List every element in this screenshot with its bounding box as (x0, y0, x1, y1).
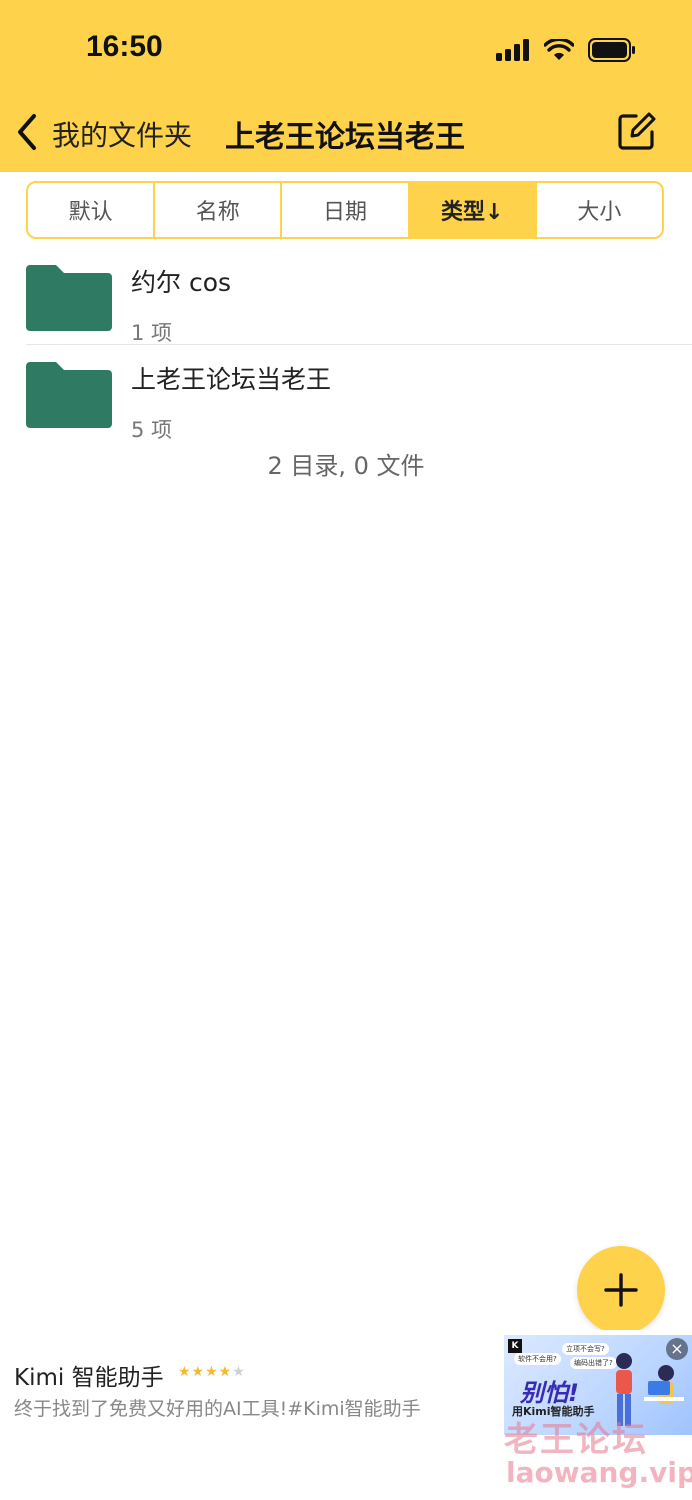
folder-row[interactable]: 约尔 cos 1 项 (0, 245, 692, 345)
sort-segmented-control: 默认 名称 日期 类型↓ 大小 (26, 181, 664, 239)
wifi-icon (544, 39, 574, 60)
back-button-label[interactable]: 我的文件夹 (52, 114, 192, 154)
folder-name: 约尔 cos (131, 268, 232, 297)
app-header: 16:50 我的文件夹 上老王论坛当老王 (0, 0, 692, 172)
folder-name: 上老王论坛当老王 (131, 365, 332, 394)
edit-icon[interactable] (614, 110, 658, 154)
sort-tab-name[interactable]: 名称 (155, 183, 283, 237)
watermark-text: 老王论坛 (504, 1420, 648, 1460)
status-time: 16:50 (86, 30, 163, 63)
status-icons (496, 38, 636, 62)
back-chevron-icon[interactable] (14, 112, 40, 152)
ad-title: Kimi 智能助手 (14, 1365, 164, 1391)
sort-tab-type[interactable]: 类型↓ (409, 183, 537, 237)
ad-description: 终于找到了免费又好用的AI工具!#Kimi智能助手 (14, 1398, 421, 1420)
folder-item-count: 5 项 (131, 418, 173, 442)
sort-tab-default[interactable]: 默认 (28, 183, 156, 237)
signal-icon (496, 39, 529, 61)
page-title: 上老王论坛当老王 (225, 120, 465, 155)
ad-close-button[interactable]: × (666, 1338, 688, 1360)
watermark-url: laowang.vip (506, 1456, 692, 1489)
plus-icon (604, 1273, 638, 1307)
directory-summary: 2 目录, 0 文件 (267, 452, 425, 480)
battery-icon (588, 38, 635, 62)
folder-icon (26, 265, 112, 331)
ad-rating-stars: ★★★★★ (178, 1364, 246, 1380)
sort-tab-date[interactable]: 日期 (282, 183, 410, 237)
add-button[interactable] (577, 1246, 665, 1334)
folder-icon (26, 362, 112, 428)
ad-bubble: 立项不会写? (562, 1343, 609, 1355)
folder-row[interactable]: 上老王论坛当老王 5 项 (0, 342, 692, 442)
ad-bubble: 软件不会用? (514, 1353, 561, 1365)
ad-logo: K (508, 1339, 522, 1353)
sort-tab-size[interactable]: 大小 (537, 183, 662, 237)
